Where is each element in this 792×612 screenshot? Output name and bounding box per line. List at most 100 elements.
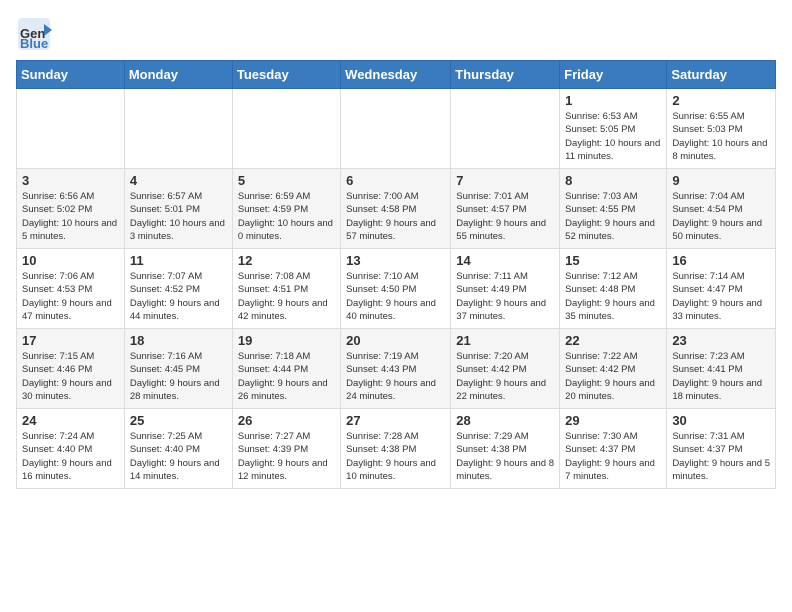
- day-number: 6: [346, 173, 445, 188]
- day-info: Sunrise: 7:29 AM Sunset: 4:38 PM Dayligh…: [456, 430, 554, 483]
- calendar-cell: 16 Sunrise: 7:14 AM Sunset: 4:47 PM Dayli…: [667, 249, 776, 329]
- day-info: Sunrise: 7:15 AM Sunset: 4:46 PM Dayligh…: [22, 350, 119, 403]
- logo-icon: Gen Blue: [16, 16, 52, 52]
- calendar-cell: 22 Sunrise: 7:22 AM Sunset: 4:42 PM Dayli…: [560, 329, 667, 409]
- day-number: 12: [238, 253, 335, 268]
- col-header-wednesday: Wednesday: [341, 61, 451, 89]
- day-number: 4: [130, 173, 227, 188]
- day-info: Sunrise: 7:31 AM Sunset: 4:37 PM Dayligh…: [672, 430, 770, 483]
- day-number: 28: [456, 413, 554, 428]
- calendar-cell: 15Sunrise: 7:12 AM Sunset: 4:48 PM Dayli…: [560, 249, 667, 329]
- day-info: Sunrise: 7:22 AM Sunset: 4:42 PM Dayligh…: [565, 350, 661, 403]
- col-header-saturday: Saturday: [667, 61, 776, 89]
- day-number: 10: [22, 253, 119, 268]
- calendar-cell: 30 Sunrise: 7:31 AM Sunset: 4:37 PM Dayli…: [667, 409, 776, 489]
- calendar-cell: 19 Sunrise: 7:18 AM Sunset: 4:44 PM Dayli…: [232, 329, 340, 409]
- day-number: 16: [672, 253, 770, 268]
- calendar-week-3: 10 Sunrise: 7:06 AM Sunset: 4:53 PM Dayli…: [17, 249, 776, 329]
- day-info: Sunrise: 7:23 AM Sunset: 4:41 PM Dayligh…: [672, 350, 770, 403]
- calendar-cell: 21 Sunrise: 7:20 AM Sunset: 4:42 PM Dayli…: [451, 329, 560, 409]
- day-number: 1: [565, 93, 661, 108]
- day-info: Sunrise: 7:08 AM Sunset: 4:51 PM Dayligh…: [238, 270, 335, 323]
- day-number: 7: [456, 173, 554, 188]
- col-header-thursday: Thursday: [451, 61, 560, 89]
- calendar-week-4: 17 Sunrise: 7:15 AM Sunset: 4:46 PM Dayli…: [17, 329, 776, 409]
- calendar-cell: 8 Sunrise: 7:03 AM Sunset: 4:55 PM Daylig…: [560, 169, 667, 249]
- calendar-cell: 11 Sunrise: 7:07 AM Sunset: 4:52 PM Dayli…: [124, 249, 232, 329]
- day-number: 18: [130, 333, 227, 348]
- day-number: 24: [22, 413, 119, 428]
- calendar-cell: 6 Sunrise: 7:00 AM Sunset: 4:58 PM Daylig…: [341, 169, 451, 249]
- day-info: Sunrise: 7:28 AM Sunset: 4:38 PM Dayligh…: [346, 430, 445, 483]
- day-number: 30: [672, 413, 770, 428]
- calendar-cell: 26Sunrise: 7:27 AM Sunset: 4:39 PM Dayli…: [232, 409, 340, 489]
- calendar-cell: 29Sunrise: 7:30 AM Sunset: 4:37 PM Dayli…: [560, 409, 667, 489]
- day-number: 2: [672, 93, 770, 108]
- day-info: Sunrise: 7:01 AM Sunset: 4:57 PM Dayligh…: [456, 190, 554, 243]
- svg-text:Blue: Blue: [20, 36, 48, 51]
- calendar-cell: [124, 89, 232, 169]
- day-number: 27: [346, 413, 445, 428]
- calendar-cell: 4Sunrise: 6:57 AM Sunset: 5:01 PM Daylig…: [124, 169, 232, 249]
- day-info: Sunrise: 7:07 AM Sunset: 4:52 PM Dayligh…: [130, 270, 227, 323]
- logo: Gen Blue: [16, 16, 56, 52]
- calendar-cell: [232, 89, 340, 169]
- page-header: Gen Blue: [16, 16, 776, 52]
- calendar-cell: [17, 89, 125, 169]
- calendar-header: SundayMondayTuesdayWednesdayThursdayFrid…: [17, 61, 776, 89]
- col-header-monday: Monday: [124, 61, 232, 89]
- day-info: Sunrise: 7:00 AM Sunset: 4:58 PM Dayligh…: [346, 190, 445, 243]
- day-number: 25: [130, 413, 227, 428]
- calendar-cell: 12 Sunrise: 7:08 AM Sunset: 4:51 PM Dayli…: [232, 249, 340, 329]
- calendar-week-5: 24Sunrise: 7:24 AM Sunset: 4:40 PM Dayli…: [17, 409, 776, 489]
- day-number: 19: [238, 333, 335, 348]
- day-info: Sunrise: 7:16 AM Sunset: 4:45 PM Dayligh…: [130, 350, 227, 403]
- day-info: Sunrise: 6:53 AM Sunset: 5:05 PM Dayligh…: [565, 110, 661, 163]
- day-number: 11: [130, 253, 227, 268]
- day-info: Sunrise: 7:18 AM Sunset: 4:44 PM Dayligh…: [238, 350, 335, 403]
- day-number: 22: [565, 333, 661, 348]
- day-number: 13: [346, 253, 445, 268]
- day-info: Sunrise: 7:14 AM Sunset: 4:47 PM Dayligh…: [672, 270, 770, 323]
- calendar-table: SundayMondayTuesdayWednesdayThursdayFrid…: [16, 60, 776, 489]
- calendar-cell: 1 Sunrise: 6:53 AM Sunset: 5:05 PM Daylig…: [560, 89, 667, 169]
- calendar-cell: 17 Sunrise: 7:15 AM Sunset: 4:46 PM Dayli…: [17, 329, 125, 409]
- day-number: 14: [456, 253, 554, 268]
- calendar-cell: 3 Sunrise: 6:56 AM Sunset: 5:02 PM Daylig…: [17, 169, 125, 249]
- day-info: Sunrise: 7:25 AM Sunset: 4:40 PM Dayligh…: [130, 430, 227, 483]
- day-info: Sunrise: 7:19 AM Sunset: 4:43 PM Dayligh…: [346, 350, 445, 403]
- calendar-cell: 18 Sunrise: 7:16 AM Sunset: 4:45 PM Dayli…: [124, 329, 232, 409]
- day-info: Sunrise: 6:56 AM Sunset: 5:02 PM Dayligh…: [22, 190, 119, 243]
- calendar-cell: 28 Sunrise: 7:29 AM Sunset: 4:38 PM Dayli…: [451, 409, 560, 489]
- calendar-cell: 25 Sunrise: 7:25 AM Sunset: 4:40 PM Dayli…: [124, 409, 232, 489]
- calendar-cell: 14 Sunrise: 7:11 AM Sunset: 4:49 PM Dayli…: [451, 249, 560, 329]
- day-number: 8: [565, 173, 661, 188]
- calendar-cell: 10 Sunrise: 7:06 AM Sunset: 4:53 PM Dayli…: [17, 249, 125, 329]
- calendar-cell: 13 Sunrise: 7:10 AM Sunset: 4:50 PM Dayli…: [341, 249, 451, 329]
- day-info: Sunrise: 6:55 AM Sunset: 5:03 PM Dayligh…: [672, 110, 770, 163]
- day-info: Sunrise: 6:59 AM Sunset: 4:59 PM Dayligh…: [238, 190, 335, 243]
- day-info: Sunrise: 7:10 AM Sunset: 4:50 PM Dayligh…: [346, 270, 445, 323]
- day-number: 21: [456, 333, 554, 348]
- day-number: 23: [672, 333, 770, 348]
- day-info: Sunrise: 7:11 AM Sunset: 4:49 PM Dayligh…: [456, 270, 554, 323]
- day-number: 17: [22, 333, 119, 348]
- day-number: 15: [565, 253, 661, 268]
- calendar-cell: 20 Sunrise: 7:19 AM Sunset: 4:43 PM Dayli…: [341, 329, 451, 409]
- day-number: 20: [346, 333, 445, 348]
- calendar-cell: 24Sunrise: 7:24 AM Sunset: 4:40 PM Dayli…: [17, 409, 125, 489]
- day-info: Sunrise: 7:30 AM Sunset: 4:37 PM Dayligh…: [565, 430, 661, 483]
- day-number: 3: [22, 173, 119, 188]
- calendar-cell: 27 Sunrise: 7:28 AM Sunset: 4:38 PM Dayli…: [341, 409, 451, 489]
- calendar-cell: [341, 89, 451, 169]
- calendar-cell: 23 Sunrise: 7:23 AM Sunset: 4:41 PM Dayli…: [667, 329, 776, 409]
- calendar-cell: 7 Sunrise: 7:01 AM Sunset: 4:57 PM Daylig…: [451, 169, 560, 249]
- day-info: Sunrise: 7:20 AM Sunset: 4:42 PM Dayligh…: [456, 350, 554, 403]
- day-number: 26: [238, 413, 335, 428]
- calendar-cell: 9Sunrise: 7:04 AM Sunset: 4:54 PM Daylig…: [667, 169, 776, 249]
- day-info: Sunrise: 7:04 AM Sunset: 4:54 PM Dayligh…: [672, 190, 770, 243]
- day-info: Sunrise: 7:06 AM Sunset: 4:53 PM Dayligh…: [22, 270, 119, 323]
- calendar-week-1: 1 Sunrise: 6:53 AM Sunset: 5:05 PM Daylig…: [17, 89, 776, 169]
- day-info: Sunrise: 7:03 AM Sunset: 4:55 PM Dayligh…: [565, 190, 661, 243]
- col-header-tuesday: Tuesday: [232, 61, 340, 89]
